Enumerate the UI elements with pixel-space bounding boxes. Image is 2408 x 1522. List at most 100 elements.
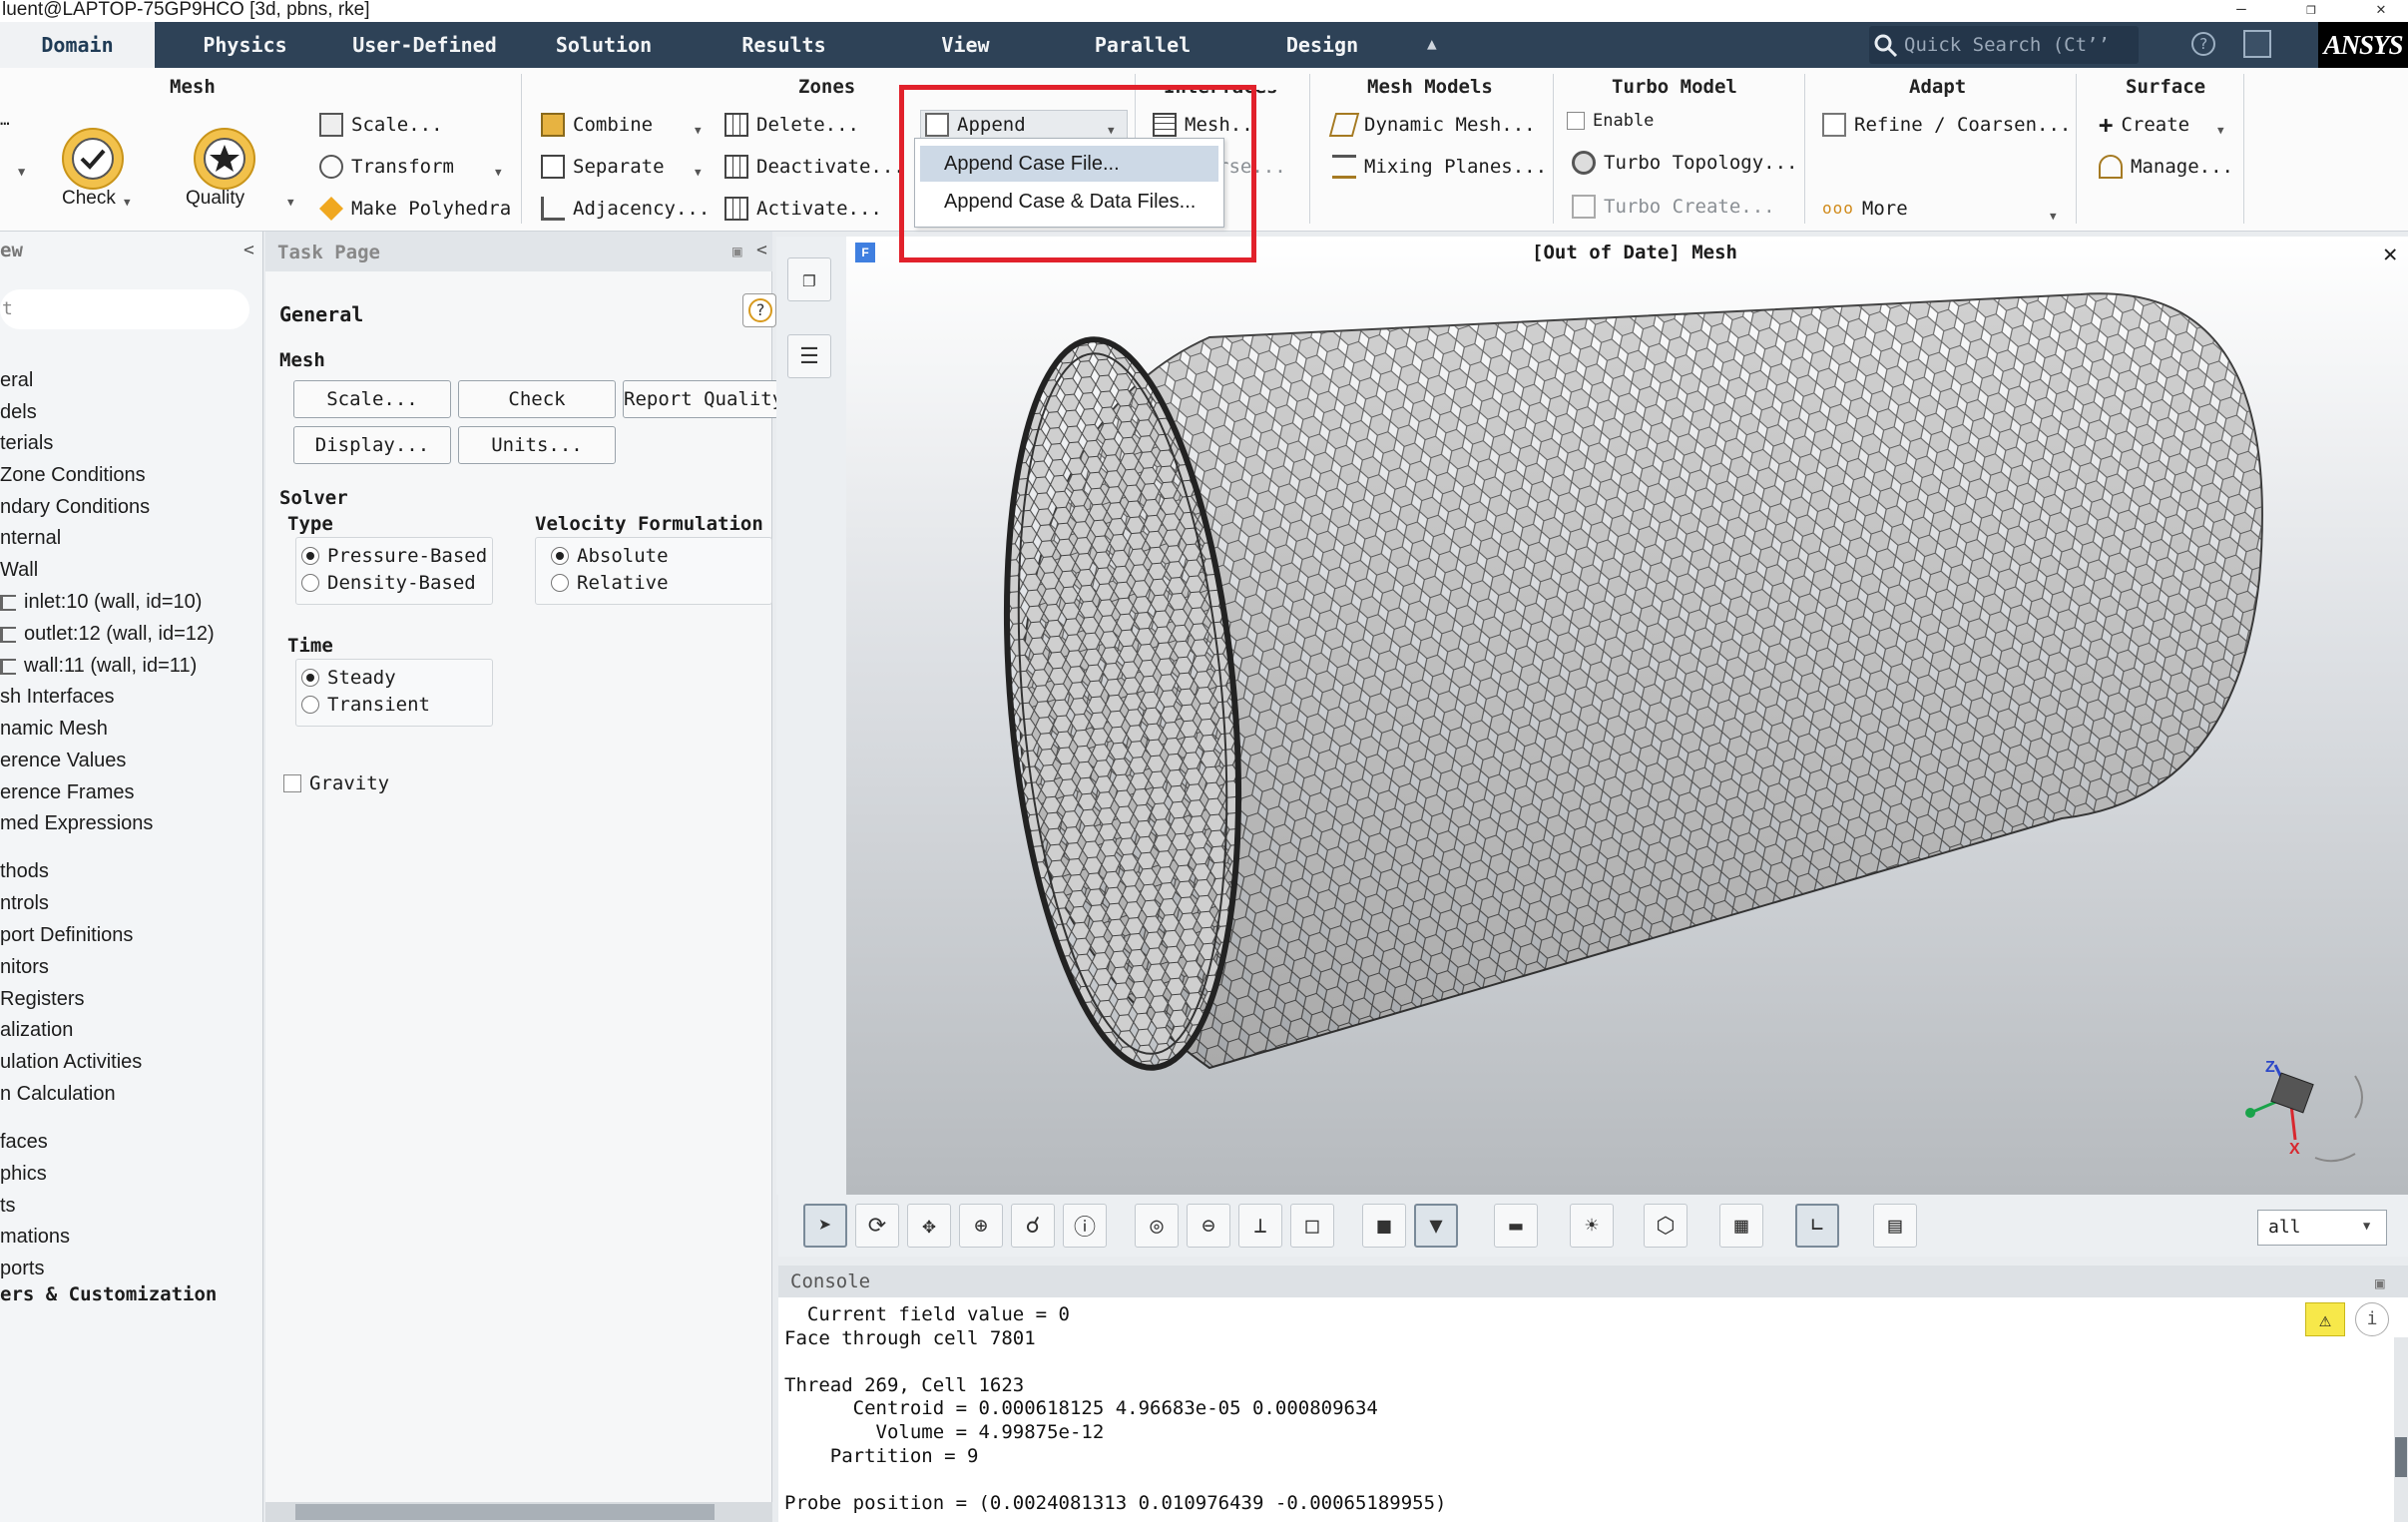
scrollbar-thumb[interactable] <box>295 1504 715 1520</box>
delete-zone-button[interactable]: Delete... <box>724 110 859 140</box>
adjacency-button[interactable]: Adjacency... <box>541 194 710 224</box>
chevron-down-icon[interactable]: ▼ <box>287 196 294 209</box>
collapse-panel-icon[interactable]: < <box>243 240 254 260</box>
chevron-down-icon[interactable]: ▼ <box>695 166 702 179</box>
mesh-display-icon[interactable]: ■ <box>1362 1204 1406 1248</box>
tree-item[interactable]: nitors <box>0 956 49 979</box>
turbo-create-button[interactable]: Turbo Create... <box>1572 192 1775 222</box>
tree-item[interactable]: port Definitions <box>0 924 133 947</box>
undock-icon[interactable]: ▣ <box>2375 1273 2385 1292</box>
minimize-icon[interactable]: – <box>2221 0 2261 20</box>
absolute-radio[interactable]: Absolute <box>551 545 669 567</box>
dynamic-mesh-button[interactable]: Dynamic Mesh... <box>1328 110 1536 140</box>
collapse-ribbon-icon[interactable]: ▲ <box>1427 34 1437 53</box>
chevron-down-icon[interactable]: ▼ <box>124 196 131 209</box>
surface-manage-button[interactable]: Manage... <box>2099 152 2233 182</box>
chevron-down-icon[interactable]: ▼ <box>495 166 502 179</box>
lights-icon[interactable]: ☀ <box>1570 1204 1614 1248</box>
tab-view[interactable]: View <box>898 22 1033 68</box>
save-view-icon[interactable]: □ <box>1290 1204 1334 1248</box>
tree-filter-input[interactable]: t <box>0 289 249 329</box>
tree-item[interactable]: mations <box>0 1226 70 1249</box>
chevron-down-icon[interactable]: ▼ <box>2363 1219 2370 1233</box>
view-layout-icon[interactable]: ▦ <box>1719 1204 1763 1248</box>
scale-button[interactable]: Scale... <box>319 110 443 140</box>
collapse-panel-icon[interactable]: < <box>756 240 767 260</box>
console-scrollbar[interactable] <box>2394 1337 2408 1522</box>
combine-button[interactable]: Combine <box>541 110 653 140</box>
tree-item[interactable]: erence Frames <box>0 781 135 804</box>
tree-item[interactable]: erence Values <box>0 750 126 772</box>
tree-item[interactable]: dels <box>0 401 37 424</box>
adapt-more-button[interactable]: ooo More <box>1822 194 1908 224</box>
tree-item[interactable]: Zone Conditions <box>0 464 146 487</box>
make-polyhedra-button[interactable]: Make Polyhedra <box>319 194 511 224</box>
scale-button[interactable]: Scale... <box>293 380 451 418</box>
pan-icon[interactable]: ✥ <box>907 1204 951 1248</box>
copy-view-icon[interactable]: ❐ <box>787 257 831 301</box>
tab-results[interactable]: Results <box>717 22 851 68</box>
report-icon[interactable]: ▤ <box>1873 1204 1917 1248</box>
turbo-topology-button[interactable]: Turbo Topology... <box>1572 148 1797 178</box>
probe-info-icon[interactable]: ⓘ <box>1063 1204 1107 1248</box>
help-icon[interactable]: ? <box>2191 32 2215 56</box>
tree-item[interactable]: Registers <box>0 988 84 1011</box>
tree-item[interactable]: nternal <box>0 527 61 550</box>
tree-item[interactable]: inlet:10 (wall, id=10) <box>0 591 202 614</box>
tree-item[interactable]: ers & Customization <box>0 1283 217 1305</box>
tab-user-defined[interactable]: User-Defined <box>337 22 512 68</box>
clipping-icon[interactable]: ▼ <box>1414 1204 1458 1248</box>
mixing-planes-button[interactable]: Mixing Planes... <box>1332 152 1547 182</box>
tab-design[interactable]: Design <box>1252 22 1392 68</box>
turbo-enable-checkbox[interactable]: Enable <box>1567 106 1654 136</box>
chevron-down-icon[interactable]: ▼ <box>18 165 25 179</box>
tree-item[interactable]: eral <box>0 369 33 392</box>
tree-item[interactable]: med Expressions <box>0 812 153 835</box>
zoom-in-out-icon[interactable]: ⊕ <box>959 1204 1003 1248</box>
tree-item[interactable]: ports <box>0 1258 44 1280</box>
tree-item[interactable]: outlet:12 (wall, id=12) <box>0 623 215 646</box>
relative-radio[interactable]: Relative <box>551 572 669 594</box>
close-window-icon[interactable]: ✕ <box>2361 0 2401 20</box>
fit-to-window-icon[interactable]: ◎ <box>1135 1204 1179 1248</box>
units-button[interactable]: Units... <box>458 426 616 464</box>
gravity-checkbox[interactable]: Gravity <box>283 772 389 794</box>
close-icon[interactable]: ✕ <box>2383 240 2397 267</box>
density-based-radio[interactable]: Density-Based <box>301 572 476 594</box>
tree-item[interactable]: terials <box>0 432 53 455</box>
activate-button[interactable]: Activate... <box>724 194 882 224</box>
pressure-based-radio[interactable]: Pressure-Based <box>301 545 487 567</box>
tree-item[interactable]: phics <box>0 1163 47 1186</box>
tree-item[interactable]: ntrols <box>0 892 49 915</box>
tree-item[interactable]: namic Mesh <box>0 718 108 741</box>
tab-domain[interactable]: Domain <box>0 22 155 68</box>
select-pointer-icon[interactable]: ➤ <box>803 1204 847 1248</box>
zoom-box-icon[interactable]: ☌ <box>1011 1204 1055 1248</box>
quality-icon[interactable] <box>192 126 257 192</box>
chevron-down-icon[interactable]: ▼ <box>695 124 702 137</box>
tree-item[interactable]: Wall <box>0 559 38 582</box>
layout-icon[interactable] <box>2243 30 2271 58</box>
transform-button[interactable]: Transform <box>319 152 454 182</box>
chevron-down-icon[interactable]: ▼ <box>2217 124 2224 137</box>
report-quality-button[interactable]: Report Quality <box>623 380 778 418</box>
axes-orientation-icon[interactable]: ⊥ <box>1238 1204 1282 1248</box>
restore-icon[interactable]: ❐ <box>2291 0 2331 20</box>
steady-radio[interactable]: Steady <box>301 667 396 689</box>
quality-button-label[interactable]: Quality <box>186 188 244 210</box>
check-icon[interactable] <box>60 126 126 192</box>
tree-item[interactable]: alization <box>0 1019 73 1042</box>
tree-item[interactable]: wall:11 (wall, id=11) <box>0 655 197 678</box>
overflow-icon[interactable]: … <box>0 110 10 129</box>
console-scrollbar-thumb[interactable] <box>2395 1437 2407 1477</box>
ruler-icon[interactable]: ▬ <box>1494 1204 1538 1248</box>
zoom-out-icon[interactable]: ⊖ <box>1187 1204 1230 1248</box>
rotate-icon[interactable]: ⟳ <box>855 1204 899 1248</box>
surface-create-button[interactable]: + Create <box>2099 110 2189 140</box>
tree-item[interactable]: ndary Conditions <box>0 496 150 519</box>
undock-icon[interactable]: ▣ <box>732 242 742 260</box>
display-button[interactable]: Display... <box>293 426 451 464</box>
tab-solution[interactable]: Solution <box>539 22 669 68</box>
tab-physics[interactable]: Physics <box>178 22 312 68</box>
tree-item[interactable]: ulation Activities <box>0 1051 142 1074</box>
